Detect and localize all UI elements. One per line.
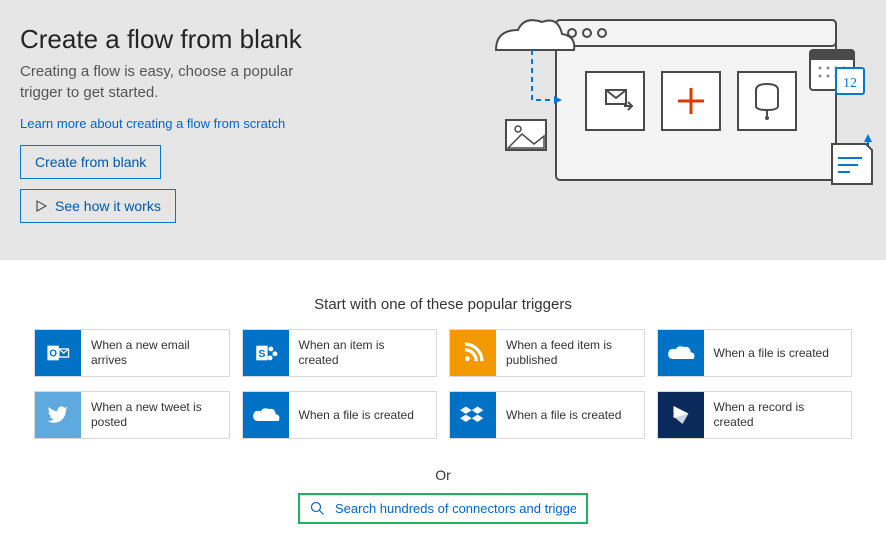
page-subtitle: Creating a flow is easy, choose a popula… bbox=[20, 61, 320, 103]
trigger-onedrive-business[interactable]: When a file is created bbox=[242, 391, 438, 439]
onedrive-icon bbox=[243, 392, 289, 438]
svg-text:12: 12 bbox=[843, 76, 857, 91]
svg-text:O: O bbox=[49, 348, 57, 359]
trigger-dropbox[interactable]: When a file is created bbox=[449, 391, 645, 439]
trigger-outlook[interactable]: O When a new email arrives bbox=[34, 329, 230, 377]
trigger-twitter[interactable]: When a new tweet is posted bbox=[34, 391, 230, 439]
trigger-label: When a file is created bbox=[496, 408, 631, 423]
dynamics-icon bbox=[658, 392, 704, 438]
dropbox-icon bbox=[450, 392, 496, 438]
trigger-label: When a new email arrives bbox=[81, 338, 229, 368]
search-connectors-box[interactable] bbox=[298, 493, 588, 524]
onedrive-icon bbox=[658, 330, 704, 376]
trigger-onedrive[interactable]: When a file is created bbox=[657, 329, 853, 377]
sharepoint-icon: S bbox=[243, 330, 289, 376]
trigger-rss[interactable]: When a feed item is published bbox=[449, 329, 645, 377]
create-from-blank-button[interactable]: Create from blank bbox=[20, 145, 161, 179]
create-from-blank-label: Create from blank bbox=[35, 154, 146, 170]
trigger-label: When a new tweet is posted bbox=[81, 400, 229, 430]
or-divider: Or bbox=[0, 467, 886, 483]
trigger-label: When a file is created bbox=[289, 408, 424, 423]
hero-panel: Create a flow from blank Creating a flow… bbox=[0, 0, 886, 260]
hero-illustration: 12 bbox=[476, 10, 876, 210]
popular-triggers-title: Start with one of these popular triggers bbox=[0, 296, 886, 313]
trigger-label: When a record is created bbox=[704, 400, 852, 430]
twitter-icon bbox=[35, 392, 81, 438]
trigger-label: When a feed item is published bbox=[496, 338, 644, 368]
search-icon bbox=[310, 501, 325, 516]
see-how-it-works-label: See how it works bbox=[55, 198, 161, 214]
search-input[interactable] bbox=[335, 501, 576, 516]
see-how-it-works-button[interactable]: See how it works bbox=[20, 189, 176, 223]
trigger-grid: O When a new email arrives S When an ite… bbox=[0, 329, 886, 439]
trigger-dynamics[interactable]: When a record is created bbox=[657, 391, 853, 439]
trigger-label: When an item is created bbox=[289, 338, 437, 368]
trigger-label: When a file is created bbox=[704, 346, 839, 361]
outlook-icon: O bbox=[35, 330, 81, 376]
learn-more-link[interactable]: Learn more about creating a flow from sc… bbox=[20, 116, 285, 131]
trigger-sharepoint[interactable]: S When an item is created bbox=[242, 329, 438, 377]
play-icon bbox=[35, 200, 47, 212]
svg-text:S: S bbox=[258, 348, 265, 360]
rss-icon bbox=[450, 330, 496, 376]
